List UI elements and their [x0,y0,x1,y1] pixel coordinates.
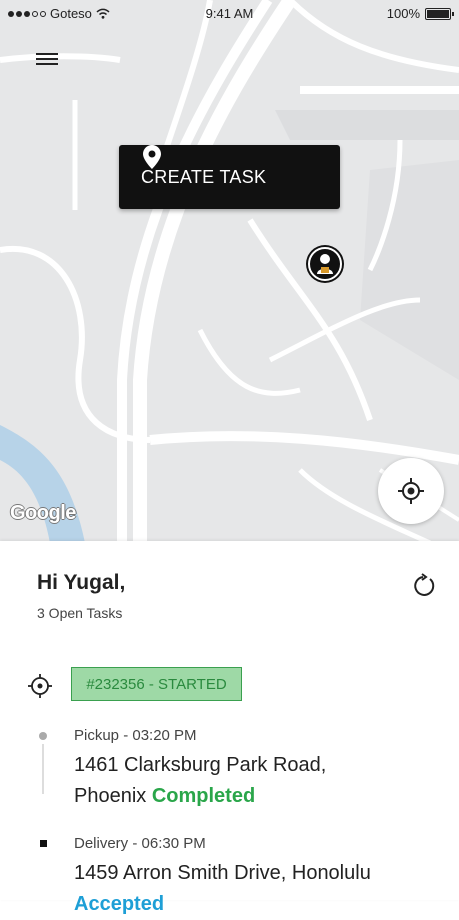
delivery-meta: Delivery - 06:30 PM [74,835,206,852]
pickup-address-line1: 1461 Clarksburg Park Road, [74,754,327,776]
pickup-city: Phoenix [74,785,147,807]
open-tasks-count: 3 Open Tasks [37,605,123,621]
refresh-icon[interactable] [410,573,436,599]
pickup-dot [39,732,47,740]
create-task-button[interactable]: CREATE TASK [119,145,340,209]
pickup-address-line2: Phoenix Completed [74,781,326,812]
crosshair-icon [398,478,424,504]
map-roads [0,0,459,543]
timeline-connector [42,744,44,794]
battery-icon [425,7,454,20]
map-view[interactable]: CREATE TASK Google [0,0,459,543]
delivery-address-line1: 1459 Arron Smith Drive, Honolulu [74,862,371,884]
pickup-status: Completed [151,785,256,807]
location-pin-icon [143,145,161,169]
delivery-marker [40,840,47,847]
delivery-status: Accepted [74,893,165,915]
pickup-meta: Pickup - 03:20 PM [74,727,197,744]
pickup-address[interactable]: 1461 Clarksburg Park Road, Phoenix Compl… [74,750,326,812]
menu-icon[interactable] [36,50,60,70]
battery-status: 100% [386,6,454,21]
greeting-title: Hi Yugal, [37,571,126,594]
tasks-sheet: Hi Yugal, 3 Open Tasks #232356 - STARTED… [0,541,459,915]
status-bar: Goteso 9:41 AM 100% [0,0,459,28]
driver-marker-icon[interactable] [306,245,344,283]
create-task-label: CREATE TASK [141,166,267,187]
task-status-badge[interactable]: #232356 - STARTED [71,667,242,701]
target-icon [28,674,52,698]
google-attribution: Google [10,502,76,524]
battery-percent: 100% [386,6,420,21]
my-location-button[interactable] [378,458,444,524]
delivery-address[interactable]: 1459 Arron Smith Drive, Honolulu Accepte… [74,858,371,920]
